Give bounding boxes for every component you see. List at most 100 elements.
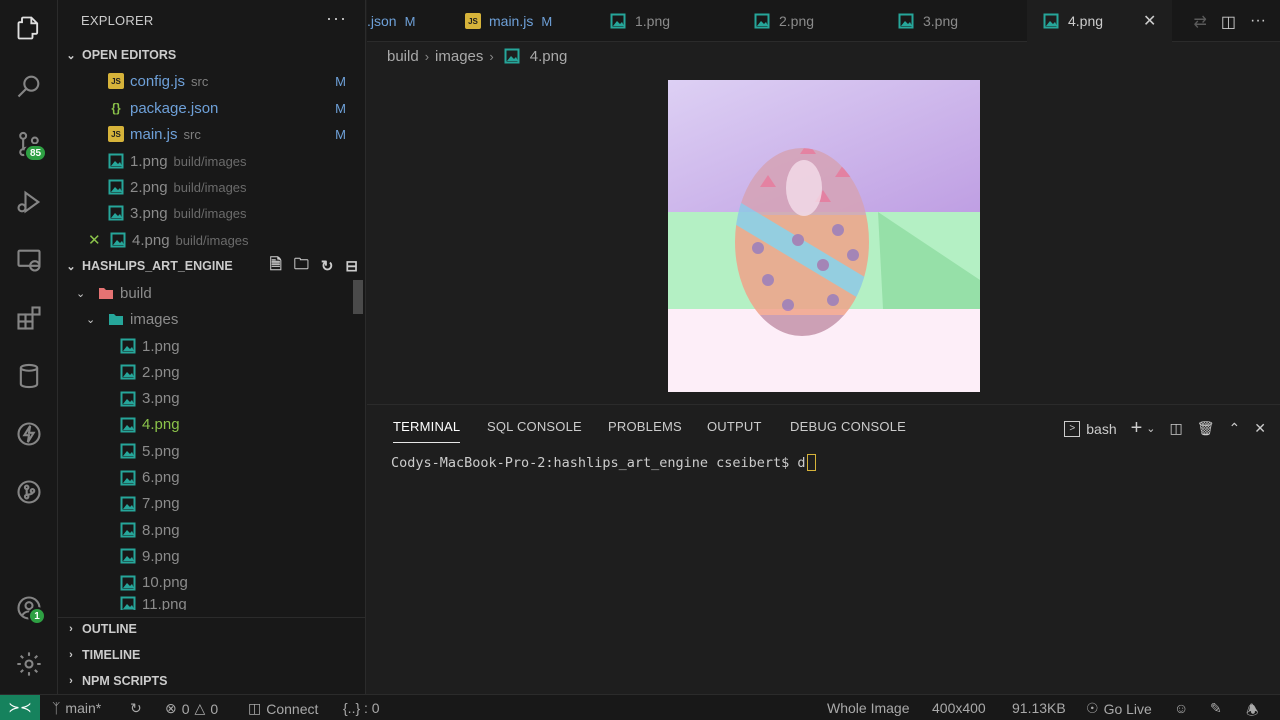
folder-build[interactable]: ⌄ build [76, 280, 356, 306]
timeline-header[interactable]: › TIMELINE [58, 644, 366, 666]
file-item[interactable]: 2.png [120, 359, 350, 385]
close-icon[interactable]: ✕ [88, 231, 106, 249]
run-debug-icon[interactable] [13, 186, 45, 218]
open-editor-item[interactable]: JS main.js src M [108, 121, 366, 147]
copilot-icon[interactable]: ☺ [1174, 700, 1188, 716]
activity-bar: 85 1 [0, 0, 58, 694]
file-item[interactable]: 11.png [120, 596, 350, 610]
extensions-icon[interactable] [13, 302, 45, 334]
chevron-right-icon: › [69, 622, 73, 635]
tab-1-png[interactable]: 1.png [610, 0, 670, 42]
image-file-icon [108, 179, 124, 195]
image-file-icon [120, 522, 136, 538]
go-live-button[interactable]: ☉ Go Live [1086, 700, 1152, 717]
image-preview [668, 80, 980, 392]
more-actions-icon[interactable]: ··· [1250, 12, 1266, 32]
file-item[interactable]: 9.png [120, 543, 350, 569]
npm-scripts-header[interactable]: › NPM SCRIPTS [58, 670, 366, 692]
split-terminal-icon[interactable]: ◫ [1170, 420, 1183, 437]
tab-output[interactable]: OUTPUT [707, 419, 762, 434]
breadcrumb-item[interactable]: 4.png [530, 48, 568, 65]
outline-header[interactable]: › OUTLINE [58, 617, 366, 639]
new-terminal-icon[interactable]: + [1131, 417, 1143, 440]
scrollbar[interactable] [353, 280, 363, 314]
file-label: 1.png [142, 337, 180, 355]
js-file-icon: JS [108, 73, 124, 89]
tab-2-png[interactable]: 2.png [754, 0, 814, 42]
status-bar: ≻≺ ᛉ main* ↻ ⊗ 0 △ 0 ◫ Connect {..} : 0 … [0, 694, 1280, 720]
open-editor-item[interactable]: JS config.js src M [108, 68, 366, 94]
remote-indicator[interactable]: ≻≺ [0, 694, 40, 720]
explorer-icon[interactable] [13, 12, 45, 44]
scm-badge: 85 [24, 144, 48, 162]
new-file-icon[interactable]: 🗎 [270, 254, 282, 279]
file-item[interactable]: 10.png [120, 570, 350, 596]
file-label: 6.png [142, 469, 180, 486]
breadcrumb-item[interactable]: build [387, 48, 419, 65]
git-graph-icon[interactable] [13, 476, 45, 508]
collapse-all-icon[interactable]: ⊟ [345, 257, 358, 275]
file-label: 2.png [142, 363, 180, 381]
tab-3-png[interactable]: 3.png [898, 0, 958, 42]
open-editor-item[interactable]: {} package.json M [108, 95, 366, 121]
close-tab-icon[interactable]: ✕ [1143, 11, 1156, 31]
trash-icon[interactable]: 🗑 [1197, 420, 1215, 437]
new-folder-icon[interactable]: 🗀 [294, 254, 309, 279]
image-file-icon [120, 548, 136, 564]
tab-package-json[interactable]: .json M [367, 0, 415, 42]
split-editor-icon[interactable]: ◫ [1221, 12, 1236, 32]
file-item[interactable]: 4.png [120, 412, 350, 438]
file-label: 10.png [142, 574, 188, 592]
tab-problems[interactable]: PROBLEMS [608, 419, 682, 434]
problems-indicator[interactable]: ⊗ 0 △ 0 [165, 700, 218, 717]
tab-debug-console[interactable]: DEBUG CONSOLE [790, 419, 906, 434]
feedback-icon[interactable]: ✎ [1210, 700, 1222, 717]
tab-terminal[interactable]: TERMINAL [393, 419, 461, 443]
image-file-icon [110, 232, 126, 248]
open-editor-item[interactable]: 1.png build/images [108, 148, 366, 174]
settings-gear-icon[interactable] [13, 648, 45, 680]
database-icon[interactable] [13, 360, 45, 392]
image-zoom-status[interactable]: Whole Image [827, 700, 909, 716]
egg-artwork [668, 80, 980, 392]
terminal-output[interactable]: Codys-MacBook-Pro-2:hashlips_art_engine … [391, 454, 816, 471]
project-header[interactable]: ⌄ HASHLIPS_ART_ENGINE 🗎 🗀 ↻ ⊟ [58, 255, 366, 277]
close-panel-icon[interactable]: ✕ [1254, 420, 1266, 437]
file-item[interactable]: 6.png [120, 465, 350, 491]
branch-indicator[interactable]: ᛉ main* [52, 700, 101, 716]
refresh-icon[interactable]: ↻ [321, 257, 334, 275]
open-changes-icon[interactable]: ⇄ [1193, 12, 1206, 32]
terminal-selector[interactable]: > bash [1064, 420, 1117, 437]
file-label: 7.png [142, 495, 180, 513]
bell-icon[interactable]: 🕭 [1246, 700, 1259, 720]
open-editor-item[interactable]: ✕ 4.png build/images [88, 227, 366, 253]
file-item[interactable]: 8.png [120, 517, 350, 543]
remote-explorer-icon[interactable] [13, 244, 45, 276]
thunder-client-icon[interactable] [13, 418, 45, 450]
folder-images[interactable]: ⌄ images [86, 306, 356, 332]
file-label: 8.png [142, 521, 180, 539]
chevron-up-icon[interactable]: ⌃ [1229, 420, 1241, 437]
file-item[interactable]: 1.png [120, 333, 350, 359]
editor-tabs: .json M JS main.js M 1.png 2.png 3.png 4… [367, 0, 1280, 42]
terminal-prompt: Codys-MacBook-Pro-2:hashlips_art_engine … [391, 454, 806, 471]
tab-main-js[interactable]: JS main.js M [465, 0, 552, 42]
tab-4-png[interactable]: 4.png ✕ [1027, 0, 1172, 42]
file-item[interactable]: 3.png [120, 386, 350, 412]
terminal-icon: > [1064, 420, 1081, 437]
braces-indicator[interactable]: {..} : 0 [343, 700, 380, 716]
connect-button[interactable]: ◫ Connect [248, 700, 318, 717]
error-icon: ⊗ [165, 700, 177, 716]
sync-icon[interactable]: ↻ [130, 700, 142, 717]
chevron-down-icon[interactable]: ⌄ [1146, 422, 1155, 435]
breadcrumb-item[interactable]: images [435, 48, 483, 65]
tab-sql-console[interactable]: SQL CONSOLE [487, 419, 582, 434]
open-editor-item[interactable]: 3.png build/images [108, 200, 366, 226]
open-editor-item[interactable]: 2.png build/images [108, 174, 366, 200]
file-item[interactable]: 7.png [120, 491, 350, 517]
file-item[interactable]: 5.png [120, 438, 350, 464]
search-icon[interactable] [13, 70, 45, 102]
more-actions-icon[interactable]: ··· [326, 8, 347, 29]
open-editors-header[interactable]: ⌄ OPEN EDITORS [58, 44, 366, 66]
image-file-icon [504, 48, 520, 64]
